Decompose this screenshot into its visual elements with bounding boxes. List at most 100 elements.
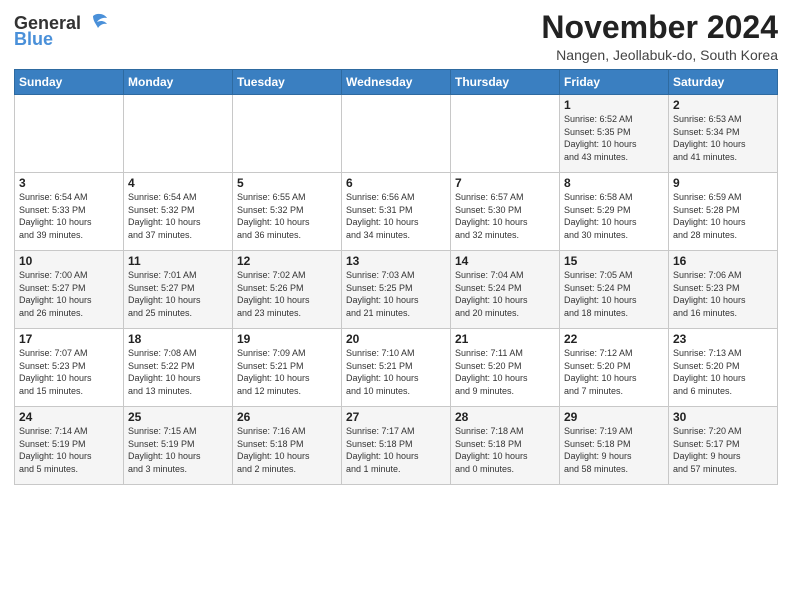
calendar-cell: 30Sunrise: 7:20 AMSunset: 5:17 PMDayligh… [669,407,778,485]
day-info: Sunrise: 7:19 AMSunset: 5:18 PMDaylight:… [564,425,664,475]
col-monday: Monday [124,70,233,95]
title-area: November 2024 Nangen, Jeollabuk-do, Sout… [541,10,778,63]
calendar-cell: 15Sunrise: 7:05 AMSunset: 5:24 PMDayligh… [560,251,669,329]
day-number: 9 [673,176,773,190]
week-row-1: 1Sunrise: 6:52 AMSunset: 5:35 PMDaylight… [15,95,778,173]
day-info: Sunrise: 7:10 AMSunset: 5:21 PMDaylight:… [346,347,446,397]
day-number: 22 [564,332,664,346]
day-number: 28 [455,410,555,424]
calendar-cell: 7Sunrise: 6:57 AMSunset: 5:30 PMDaylight… [451,173,560,251]
day-number: 12 [237,254,337,268]
day-info: Sunrise: 7:08 AMSunset: 5:22 PMDaylight:… [128,347,228,397]
day-number: 1 [564,98,664,112]
day-info: Sunrise: 7:17 AMSunset: 5:18 PMDaylight:… [346,425,446,475]
logo-text-blue: Blue [14,30,53,50]
calendar-cell: 24Sunrise: 7:14 AMSunset: 5:19 PMDayligh… [15,407,124,485]
day-number: 16 [673,254,773,268]
day-number: 2 [673,98,773,112]
day-info: Sunrise: 7:05 AMSunset: 5:24 PMDaylight:… [564,269,664,319]
day-info: Sunrise: 7:13 AMSunset: 5:20 PMDaylight:… [673,347,773,397]
day-info: Sunrise: 7:03 AMSunset: 5:25 PMDaylight:… [346,269,446,319]
calendar-cell: 29Sunrise: 7:19 AMSunset: 5:18 PMDayligh… [560,407,669,485]
day-number: 27 [346,410,446,424]
col-tuesday: Tuesday [233,70,342,95]
day-number: 30 [673,410,773,424]
day-number: 18 [128,332,228,346]
day-number: 8 [564,176,664,190]
calendar-cell: 14Sunrise: 7:04 AMSunset: 5:24 PMDayligh… [451,251,560,329]
header-area: General Blue November 2024 Nangen, Jeoll… [14,10,778,63]
day-info: Sunrise: 7:20 AMSunset: 5:17 PMDaylight:… [673,425,773,475]
day-number: 25 [128,410,228,424]
calendar-body: 1Sunrise: 6:52 AMSunset: 5:35 PMDaylight… [15,95,778,485]
week-row-2: 3Sunrise: 6:54 AMSunset: 5:33 PMDaylight… [15,173,778,251]
day-info: Sunrise: 7:00 AMSunset: 5:27 PMDaylight:… [19,269,119,319]
day-number: 24 [19,410,119,424]
calendar-cell: 8Sunrise: 6:58 AMSunset: 5:29 PMDaylight… [560,173,669,251]
day-number: 10 [19,254,119,268]
day-info: Sunrise: 7:18 AMSunset: 5:18 PMDaylight:… [455,425,555,475]
day-number: 6 [346,176,446,190]
calendar-cell [342,95,451,173]
subtitle: Nangen, Jeollabuk-do, South Korea [541,47,778,63]
calendar-cell: 19Sunrise: 7:09 AMSunset: 5:21 PMDayligh… [233,329,342,407]
day-info: Sunrise: 6:57 AMSunset: 5:30 PMDaylight:… [455,191,555,241]
col-saturday: Saturday [669,70,778,95]
week-row-4: 17Sunrise: 7:07 AMSunset: 5:23 PMDayligh… [15,329,778,407]
day-number: 21 [455,332,555,346]
day-number: 7 [455,176,555,190]
day-number: 26 [237,410,337,424]
calendar-cell [124,95,233,173]
day-info: Sunrise: 7:04 AMSunset: 5:24 PMDaylight:… [455,269,555,319]
month-title: November 2024 [541,10,778,45]
day-info: Sunrise: 6:56 AMSunset: 5:31 PMDaylight:… [346,191,446,241]
day-info: Sunrise: 7:06 AMSunset: 5:23 PMDaylight:… [673,269,773,319]
calendar-cell: 27Sunrise: 7:17 AMSunset: 5:18 PMDayligh… [342,407,451,485]
day-number: 15 [564,254,664,268]
day-number: 14 [455,254,555,268]
calendar-cell: 17Sunrise: 7:07 AMSunset: 5:23 PMDayligh… [15,329,124,407]
day-info: Sunrise: 6:53 AMSunset: 5:34 PMDaylight:… [673,113,773,163]
logo: General Blue [14,14,109,50]
calendar-cell: 12Sunrise: 7:02 AMSunset: 5:26 PMDayligh… [233,251,342,329]
day-number: 3 [19,176,119,190]
calendar-cell: 10Sunrise: 7:00 AMSunset: 5:27 PMDayligh… [15,251,124,329]
day-number: 13 [346,254,446,268]
day-info: Sunrise: 7:07 AMSunset: 5:23 PMDaylight:… [19,347,119,397]
day-number: 11 [128,254,228,268]
day-info: Sunrise: 6:52 AMSunset: 5:35 PMDaylight:… [564,113,664,163]
calendar-cell: 11Sunrise: 7:01 AMSunset: 5:27 PMDayligh… [124,251,233,329]
day-info: Sunrise: 7:14 AMSunset: 5:19 PMDaylight:… [19,425,119,475]
week-row-3: 10Sunrise: 7:00 AMSunset: 5:27 PMDayligh… [15,251,778,329]
day-info: Sunrise: 7:09 AMSunset: 5:21 PMDaylight:… [237,347,337,397]
day-number: 29 [564,410,664,424]
col-sunday: Sunday [15,70,124,95]
calendar-cell: 22Sunrise: 7:12 AMSunset: 5:20 PMDayligh… [560,329,669,407]
calendar-table: Sunday Monday Tuesday Wednesday Thursday… [14,69,778,485]
day-number: 19 [237,332,337,346]
header-row: Sunday Monday Tuesday Wednesday Thursday… [15,70,778,95]
calendar-cell: 26Sunrise: 7:16 AMSunset: 5:18 PMDayligh… [233,407,342,485]
day-number: 20 [346,332,446,346]
day-info: Sunrise: 6:54 AMSunset: 5:32 PMDaylight:… [128,191,228,241]
calendar-cell: 1Sunrise: 6:52 AMSunset: 5:35 PMDaylight… [560,95,669,173]
calendar-cell: 9Sunrise: 6:59 AMSunset: 5:28 PMDaylight… [669,173,778,251]
day-info: Sunrise: 6:59 AMSunset: 5:28 PMDaylight:… [673,191,773,241]
col-friday: Friday [560,70,669,95]
main-container: General Blue November 2024 Nangen, Jeoll… [0,0,792,491]
day-info: Sunrise: 7:01 AMSunset: 5:27 PMDaylight:… [128,269,228,319]
calendar-cell: 20Sunrise: 7:10 AMSunset: 5:21 PMDayligh… [342,329,451,407]
day-number: 23 [673,332,773,346]
calendar-cell: 18Sunrise: 7:08 AMSunset: 5:22 PMDayligh… [124,329,233,407]
day-info: Sunrise: 7:16 AMSunset: 5:18 PMDaylight:… [237,425,337,475]
calendar-cell: 23Sunrise: 7:13 AMSunset: 5:20 PMDayligh… [669,329,778,407]
day-info: Sunrise: 6:55 AMSunset: 5:32 PMDaylight:… [237,191,337,241]
calendar-cell: 5Sunrise: 6:55 AMSunset: 5:32 PMDaylight… [233,173,342,251]
calendar-cell: 13Sunrise: 7:03 AMSunset: 5:25 PMDayligh… [342,251,451,329]
calendar-cell: 4Sunrise: 6:54 AMSunset: 5:32 PMDaylight… [124,173,233,251]
calendar-cell: 21Sunrise: 7:11 AMSunset: 5:20 PMDayligh… [451,329,560,407]
day-number: 5 [237,176,337,190]
calendar-cell: 25Sunrise: 7:15 AMSunset: 5:19 PMDayligh… [124,407,233,485]
day-number: 4 [128,176,228,190]
day-info: Sunrise: 7:12 AMSunset: 5:20 PMDaylight:… [564,347,664,397]
